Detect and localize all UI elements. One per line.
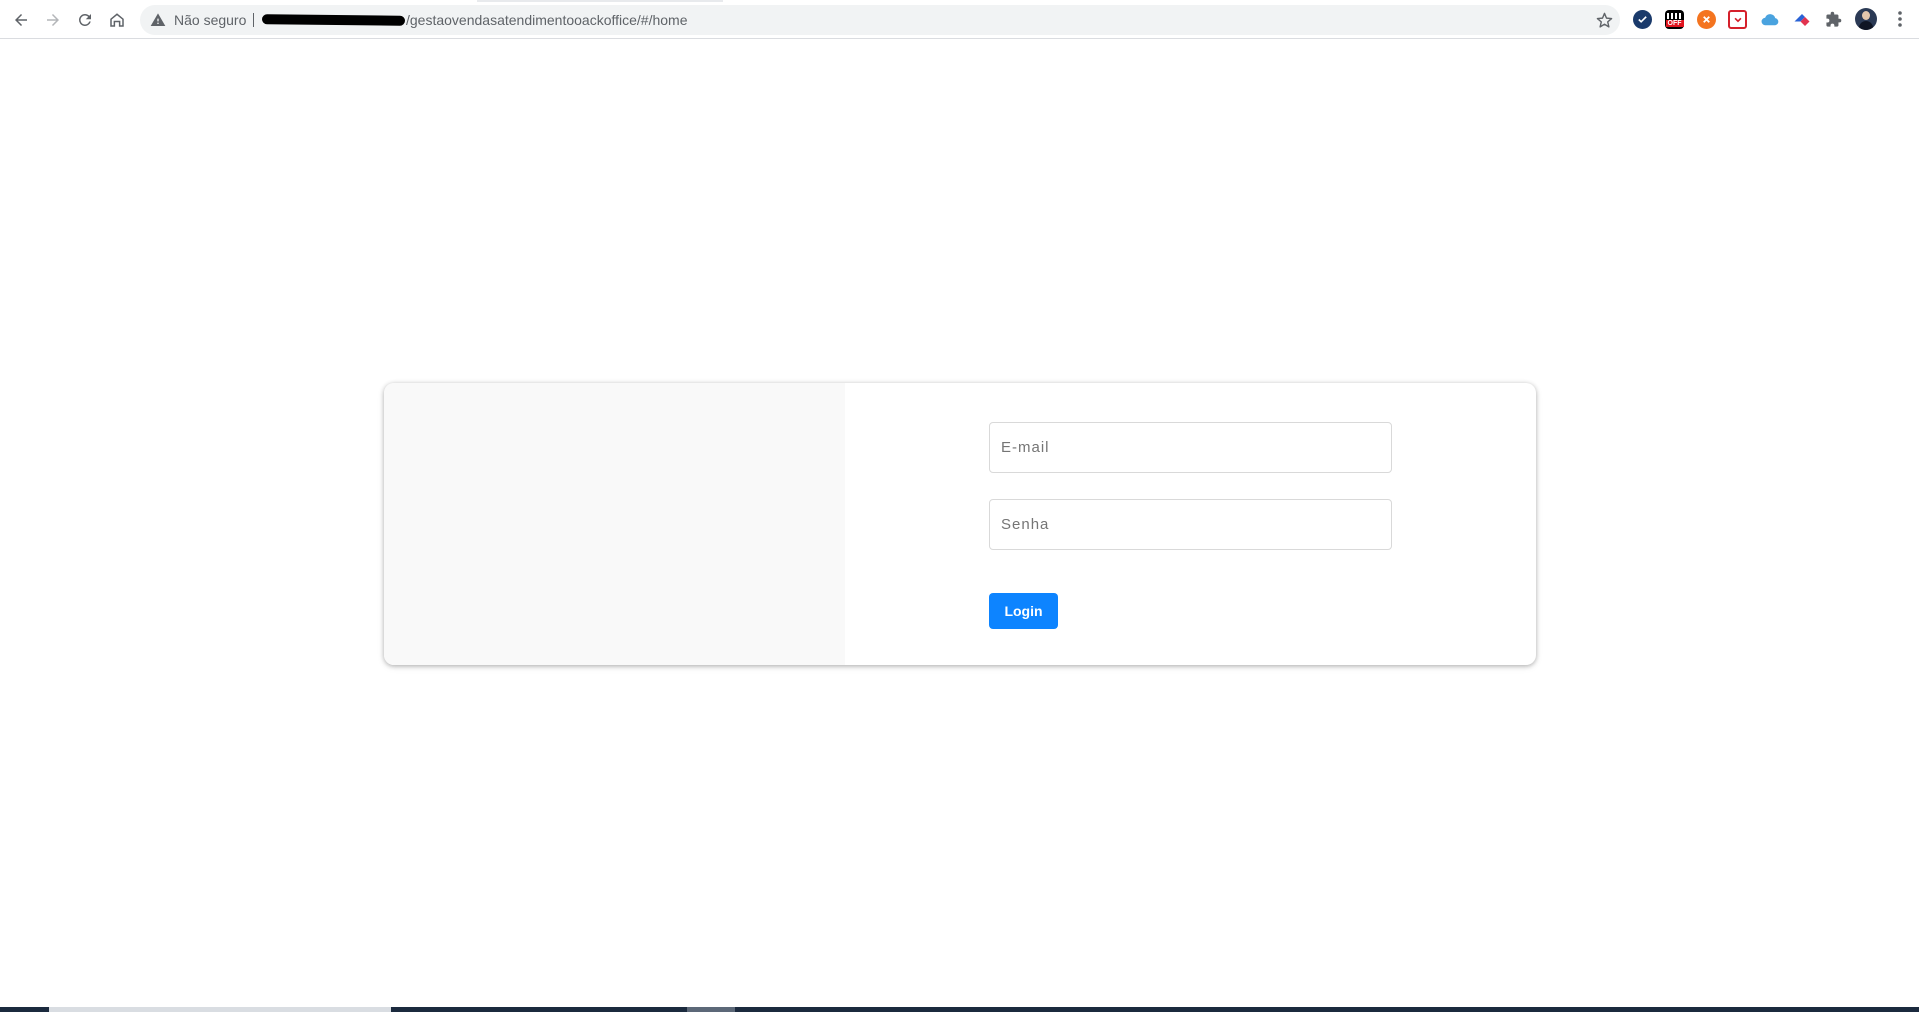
home-button[interactable] [104,7,130,33]
reload-button[interactable] [72,7,98,33]
back-arrow-icon [15,14,27,26]
security-indicator[interactable]: Não seguro [150,5,246,35]
browser-menu-button[interactable] [1890,9,1910,29]
off-extension-icon[interactable]: OFF [1665,10,1684,29]
star-icon [1596,12,1612,28]
reload-icon [78,13,91,26]
omnibox-separator [253,13,254,27]
login-card: Login [384,383,1536,665]
login-button[interactable]: Login [989,593,1058,629]
bookmark-star-button[interactable] [1594,10,1614,30]
forward-arrow-icon [47,14,59,26]
login-card-side-panel [384,383,845,665]
browser-toolbar: Não seguro /gestaovendasatendimentooacko… [0,0,1919,39]
cloud-extension-icon[interactable] [1760,10,1779,29]
taskbar-item[interactable] [687,1007,735,1012]
arrow-extension-icon[interactable] [1792,10,1811,29]
redacted-url-segment [261,14,406,26]
taskbar-active-item[interactable] [49,1007,391,1012]
check-extension-icon[interactable] [1633,10,1652,29]
back-button[interactable] [8,7,34,33]
os-taskbar [0,1007,1919,1012]
security-label: Não seguro [174,12,247,28]
extensions-puzzle-icon[interactable] [1824,10,1843,29]
forward-button[interactable] [40,7,66,33]
profile-avatar[interactable] [1855,8,1877,30]
pocket-extension-icon[interactable] [1728,10,1747,29]
orange-extension-icon[interactable] [1697,10,1716,29]
warning-icon [150,13,166,26]
url-text: /gestaovendasatendimentooackoffice/#/hom… [406,12,688,28]
kebab-menu-icon [1898,11,1902,27]
tab-loading-indicator [477,0,723,2]
url-field[interactable]: /gestaovendasatendimentooackoffice/#/hom… [261,5,688,35]
home-icon [110,13,124,27]
password-field[interactable] [989,499,1392,550]
address-bar[interactable]: Não seguro /gestaovendasatendimentooacko… [140,5,1620,35]
email-field[interactable] [989,422,1392,473]
